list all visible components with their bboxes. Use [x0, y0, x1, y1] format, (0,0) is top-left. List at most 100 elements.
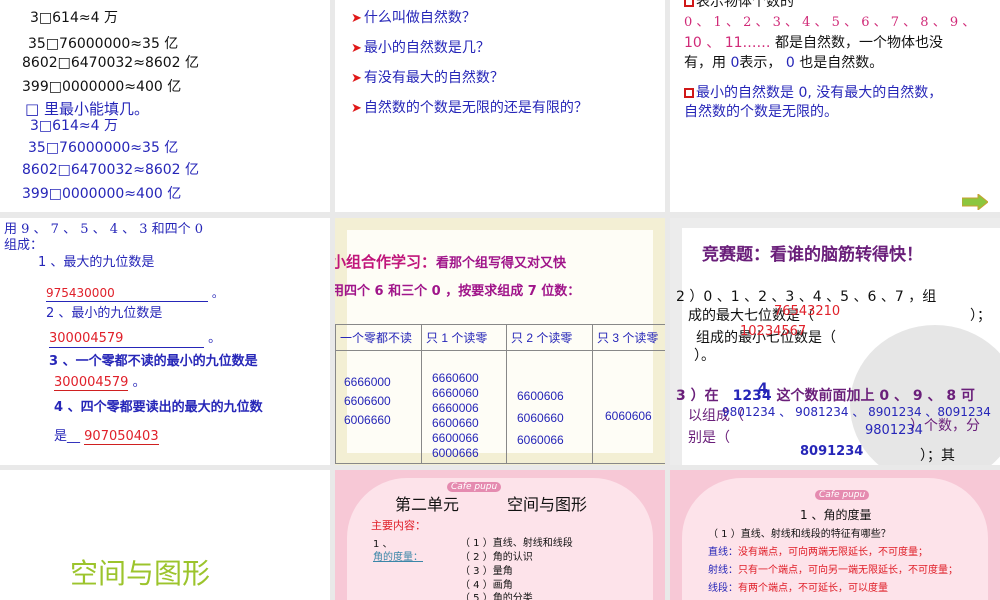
answer-value: 300004579: [54, 375, 129, 391]
definition: 有两个端点，不可延长，可以度量: [738, 583, 888, 594]
title-part: 看那个组写得又对又快: [436, 256, 567, 271]
question-item: ➤ 最小的自然数是几？: [351, 40, 490, 57]
prompt: □ 里最小能填几。: [25, 100, 149, 118]
slide-title: 小组合作学习：看那个组写得又对又快: [335, 254, 566, 272]
equation: 399□0000000≈400 亿: [22, 79, 182, 95]
slide-thumbnail-6[interactable]: 竞赛题：看谁的脑筋转得快！ 2 ）0 、1 、2 、3 、4 、5 、6 、7 …: [670, 218, 1000, 465]
subtopic: （ 5 ）角的分类: [460, 593, 533, 600]
arrow-right-icon[interactable]: [962, 194, 988, 210]
point-2-line: 最小的自然数是 0, 没有最大的自然数，: [684, 85, 942, 101]
number: 6666000: [344, 375, 391, 389]
slide-thumbnail-3[interactable]: 表示物体个数的 0 、 1 、 2 、 3 、 4 、 5 、 6 、 7 、 …: [670, 0, 1000, 212]
point-1-line: 表示物体个数的: [684, 0, 794, 10]
question-1: 1 、最大的九位数是: [38, 255, 155, 270]
column-header: 只 3 个读零: [592, 324, 665, 351]
q3-line: ）；其: [920, 448, 955, 464]
answer-3: 300004579 。: [54, 375, 146, 391]
bullet-arrow-icon: ➤: [351, 101, 362, 116]
equation: 8602□6470032≈8602 亿: [22, 55, 200, 71]
intro: 组成：: [4, 238, 44, 253]
cafe-pupu-logo: Cafe pupu: [447, 482, 502, 492]
slide-thumbnail-4[interactable]: 用 9 、 7 、 5 、 4 、 3 和四个 0 组成： 1 、最大的九位数是…: [0, 218, 330, 465]
q3-line: 3 ）在 1234 这个数前面加上 0 、 9 、 8 可: [676, 388, 975, 404]
slide-thumbnail-7[interactable]: 空间与图形: [0, 470, 330, 600]
subtitle: 用四个 6 和三个 0 ，按要求组成 7 位数：: [335, 284, 581, 299]
number: 6000666: [432, 446, 479, 460]
answer-4: 是__ 907050403: [54, 429, 159, 445]
number: 6060660: [517, 411, 564, 425]
text: 表示，: [739, 55, 782, 71]
question-text: 有没有最大的自然数？: [363, 70, 504, 86]
number: 6006660: [344, 413, 391, 427]
term: 直线：: [708, 547, 738, 558]
square-bullet-icon: [684, 88, 694, 98]
question: （ 1 ）直线、射线和线段的特征有哪些？: [708, 529, 891, 540]
definition-row: 线段：有两个端点，不可延长，可以度量: [708, 581, 888, 597]
slide-thumbnail-2[interactable]: ➤ 什么叫做自然数？ ➤ 最小的自然数是几？ ➤ 有没有最大的自然数？ ➤ 自然数的个数…: [335, 0, 665, 212]
equation: 3□614≈4 万: [30, 118, 118, 134]
table-cell: 6600606 6060660 6060066: [506, 350, 593, 464]
column-header: 只 2 个读零: [506, 324, 593, 351]
column-header: 只 1 个读零: [421, 324, 507, 351]
text: 都是自然数，一个物体也没: [774, 35, 943, 51]
number: 6606600: [344, 394, 391, 408]
equation: 35□76000000≈35 亿: [28, 36, 179, 52]
question-text: 自然数的个数是无限的还是有限的？: [363, 100, 588, 116]
term: 线段：: [708, 583, 738, 594]
period: 。: [132, 375, 146, 390]
numbers-cont: 10 、 11……: [684, 35, 771, 51]
q3-line: 别是（: [688, 430, 730, 446]
question-4: 4 、四个零都要读出的最大的九位数: [54, 400, 263, 415]
definition: 没有端点，可向两端无限延长，不可度量；: [738, 547, 928, 558]
equation: 3□614≈4 万: [30, 10, 118, 26]
point-1-line-2: 10 、 11…… 都是自然数，一个物体也没: [684, 35, 943, 51]
cafe-pupu-logo: Cafe pupu: [815, 490, 870, 500]
table-cell: 6660600 6660060 6660006 6600660 6600066 60006…: [421, 350, 507, 464]
point-2-line-2: 自然数的个数是无限的。: [684, 104, 838, 120]
topic-link[interactable]: 角的度量：: [373, 550, 423, 566]
term: 射线：: [708, 565, 738, 576]
number: 6060066: [517, 433, 564, 447]
slide-thumbnail-1[interactable]: 3□614≈4 万 35□76000000≈35 亿 8602□6470032≈…: [0, 0, 330, 212]
answer-min: 10234567: [740, 324, 807, 339]
number: 6660060: [432, 386, 479, 400]
bullet-arrow-icon: ➤: [351, 11, 362, 26]
question-text: 什么叫做自然数？: [363, 10, 476, 26]
table-header-row: 一个零都不读 只 1 个读零 只 2 个读零 只 3 个读零: [335, 324, 665, 351]
question-item: ➤ 有没有最大的自然数？: [351, 70, 504, 87]
definition: 只有一个端点，可向另一端无限延长，不可度量；: [738, 565, 958, 576]
answer-item: 8091234: [800, 444, 864, 459]
number: 6660600: [432, 371, 479, 385]
slide-title: 竞赛题：看谁的脑筋转得快！: [702, 245, 923, 265]
answer-2: 300004579 。: [49, 331, 221, 348]
equation: 399□0000000≈400 亿: [22, 186, 182, 202]
answer-item: 9801234: [865, 423, 923, 438]
definition-row: 射线：只有一个端点，可向另一端无限延长，不可度量；: [708, 563, 958, 579]
slide-thumbnail-9[interactable]: Cafe pupu 1 、角的度量 （ 1 ）直线、射线和线段的特征有哪些？ 直…: [670, 470, 1000, 600]
table-cell: 6060606: [592, 350, 665, 464]
answer-count: 4: [758, 381, 768, 397]
slide-title: 空间与图形: [70, 557, 211, 590]
results-table: 一个零都不读 只 1 个读零 只 2 个读零 只 3 个读零 6666000 66…: [335, 324, 665, 464]
slide-thumbnail-8[interactable]: Cafe pupu 第二单元 空间与图形 主要内容： 1 、 角的度量： （ 1…: [335, 470, 665, 600]
text: 有，用: [684, 55, 726, 71]
text: 这个数前面加上 0 、 9 、 8 可: [776, 388, 975, 404]
q2-line: ）。: [694, 348, 715, 364]
answer-1: 975430000 。: [46, 285, 224, 302]
question-item: ➤ 自然数的个数是无限的还是有限的？: [351, 100, 588, 117]
number: 6660006: [432, 401, 479, 415]
definition-row: 直线：没有端点，可向两端无限延长，不可度量；: [708, 545, 928, 561]
number: 6060606: [605, 409, 652, 423]
answer-value: 907050403: [84, 429, 159, 445]
text: 最小的自然数是 0, 没有最大的自然数，: [696, 85, 943, 101]
answer-max: 76543210: [774, 304, 841, 319]
answer-value: 300004579: [49, 331, 204, 348]
slide-title: 第二单元 空间与图形: [395, 495, 588, 514]
question-2: 2 、最小的九位数是: [46, 306, 163, 321]
table-cell: 6666000 6606600 6006660: [335, 350, 422, 464]
bullet-arrow-icon: ➤: [351, 41, 362, 56]
slide-thumbnail-5[interactable]: 小组合作学习：看那个组写得又对又快 用四个 6 和三个 0 ，按要求组成 7 位…: [335, 218, 665, 465]
answer-value: 975430000: [46, 285, 208, 302]
equation: 35□76000000≈35 亿: [28, 140, 179, 156]
table-row: 6666000 6606600 6006660 6660600 6660060 6660…: [335, 350, 665, 464]
